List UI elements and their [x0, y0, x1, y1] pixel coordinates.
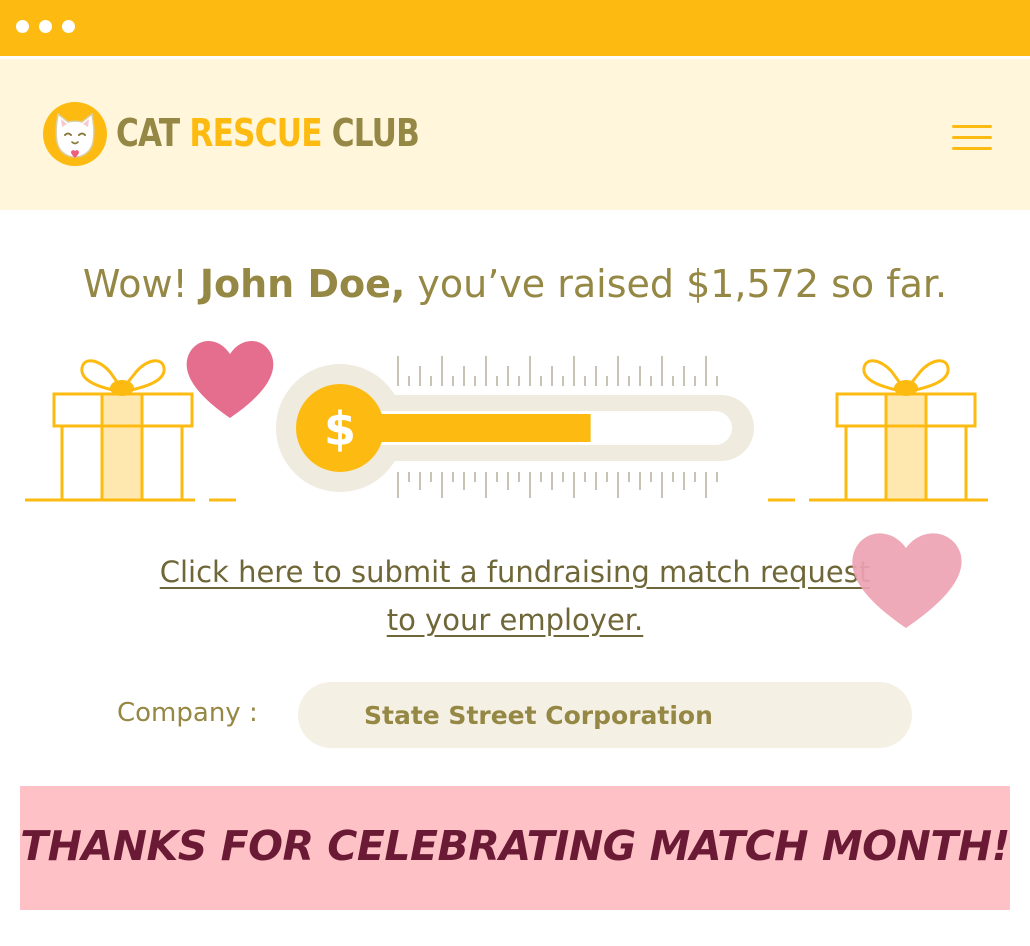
site-logo-text[interactable]: CAT RESCUE CLUB: [116, 111, 420, 155]
logo-word-club: CLUB: [331, 111, 420, 155]
window-control-dot[interactable]: [16, 20, 29, 33]
progress-ticks-top: [397, 356, 718, 386]
company-input[interactable]: [298, 682, 912, 748]
match-request-link[interactable]: Click here to submit a fundraising match…: [100, 548, 930, 644]
site-header: CAT RESCUE CLUB: [0, 56, 1030, 210]
window-control-dot[interactable]: [39, 20, 52, 33]
logo-badge[interactable]: [43, 102, 107, 166]
cat-face-icon: [55, 112, 95, 158]
company-label: Company :: [117, 698, 258, 728]
match-request-link-line1[interactable]: Click here to submit a fundraising match…: [100, 548, 930, 596]
hamburger-menu-icon[interactable]: [952, 122, 994, 154]
headline-prefix: Wow!: [82, 262, 200, 306]
logo-word-rescue: RESCUE: [189, 111, 322, 155]
menu-bar: [952, 147, 992, 150]
heart-icon: [852, 533, 962, 628]
donor-name: John Doe,: [199, 262, 406, 306]
banner-text: THANKS FOR CELEBRATING MATCH MONTH!: [20, 822, 1010, 870]
window-control-dot[interactable]: [62, 20, 75, 33]
match-month-banner: THANKS FOR CELEBRATING MATCH MONTH!: [20, 786, 1010, 910]
match-request-link-line2[interactable]: to your employer.: [100, 596, 930, 644]
progress-ticks-bottom: [397, 472, 718, 498]
window-titlebar: [0, 0, 1030, 56]
dollar-icon: $: [324, 402, 356, 456]
fundraising-progress-scene: $: [25, 341, 988, 502]
progress-fill: [360, 414, 591, 442]
progress-meter: $: [276, 364, 754, 492]
logo-word-cat: CAT: [116, 111, 180, 155]
headline-suffix: you’ve raised $1,572 so far.: [405, 262, 948, 306]
raised-amount-headline: Wow! John Doe, you’ve raised $1,572 so f…: [0, 262, 1030, 306]
heart-icon: [186, 341, 274, 418]
gift-icon: [768, 359, 988, 502]
menu-bar: [952, 136, 992, 139]
menu-bar: [952, 125, 992, 128]
